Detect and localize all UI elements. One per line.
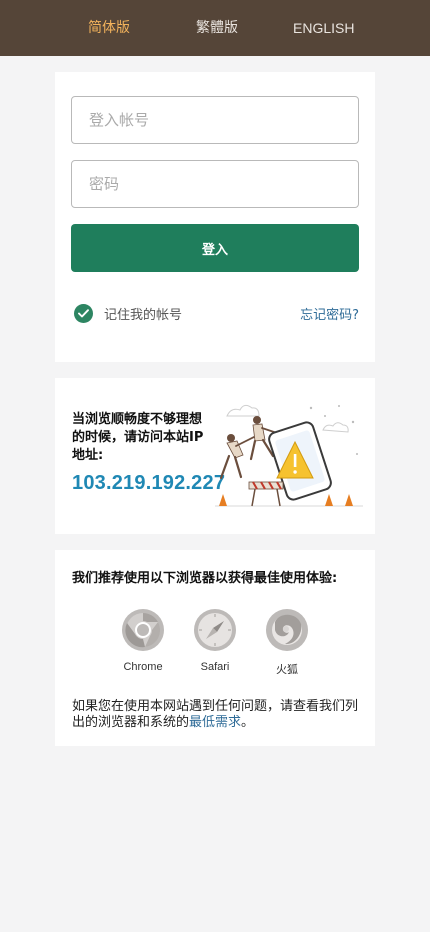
language-bar: 简体版 繁體版 ENGLISH (0, 0, 430, 56)
login-button[interactable]: 登入 (71, 224, 359, 272)
check-icon (74, 303, 93, 323)
ip-notice-card: 当浏览顺畅度不够理想的时候，请访问本站IP地址: 103.219.192.227 (55, 378, 375, 534)
help-text: 如果您在使用本网站遇到任何问题，请查看我们列出的浏览器和系统的最低需求。 (72, 699, 360, 731)
minimum-requirements-link[interactable]: 最低需求 (189, 715, 241, 730)
lang-simplified-tab[interactable]: 简体版 (88, 0, 130, 56)
browser-card: 我们推荐使用以下浏览器以获得最佳使用体验: Chrome Safari 火狐 如… (55, 550, 375, 746)
ip-notice-text: 当浏览顺畅度不够理想的时候，请访问本站IP地址: (72, 412, 204, 463)
browser-label: Chrome (123, 661, 163, 673)
safari-icon (194, 609, 236, 651)
browser-title: 我们推荐使用以下浏览器以获得最佳使用体验: (72, 571, 338, 586)
account-input[interactable] (72, 97, 358, 143)
maintenance-illustration (215, 404, 363, 507)
account-field (71, 96, 359, 144)
chrome-icon (122, 609, 164, 651)
password-input[interactable] (72, 161, 358, 207)
remember-account-toggle[interactable]: 记住我的帐号 (74, 303, 182, 323)
firefox-icon (266, 609, 308, 651)
password-field (71, 160, 359, 208)
lang-traditional-tab[interactable]: 繁體版 (196, 0, 238, 56)
browser-label: Safari (200, 661, 230, 673)
ip-address: 103.219.192.227 (72, 472, 226, 494)
login-card: 登入 记住我的帐号 忘记密码? (55, 72, 375, 362)
browser-safari[interactable]: Safari (185, 608, 245, 673)
browser-chrome[interactable]: Chrome (113, 608, 173, 673)
help-text-end: 。 (241, 715, 255, 730)
remember-label: 记住我的帐号 (104, 307, 183, 323)
browser-firefox[interactable]: 火狐 (257, 608, 317, 677)
forgot-password-link[interactable]: 忘记密码? (300, 304, 359, 323)
lang-english-tab[interactable]: ENGLISH (293, 0, 354, 56)
browser-label: 火狐 (276, 664, 298, 676)
